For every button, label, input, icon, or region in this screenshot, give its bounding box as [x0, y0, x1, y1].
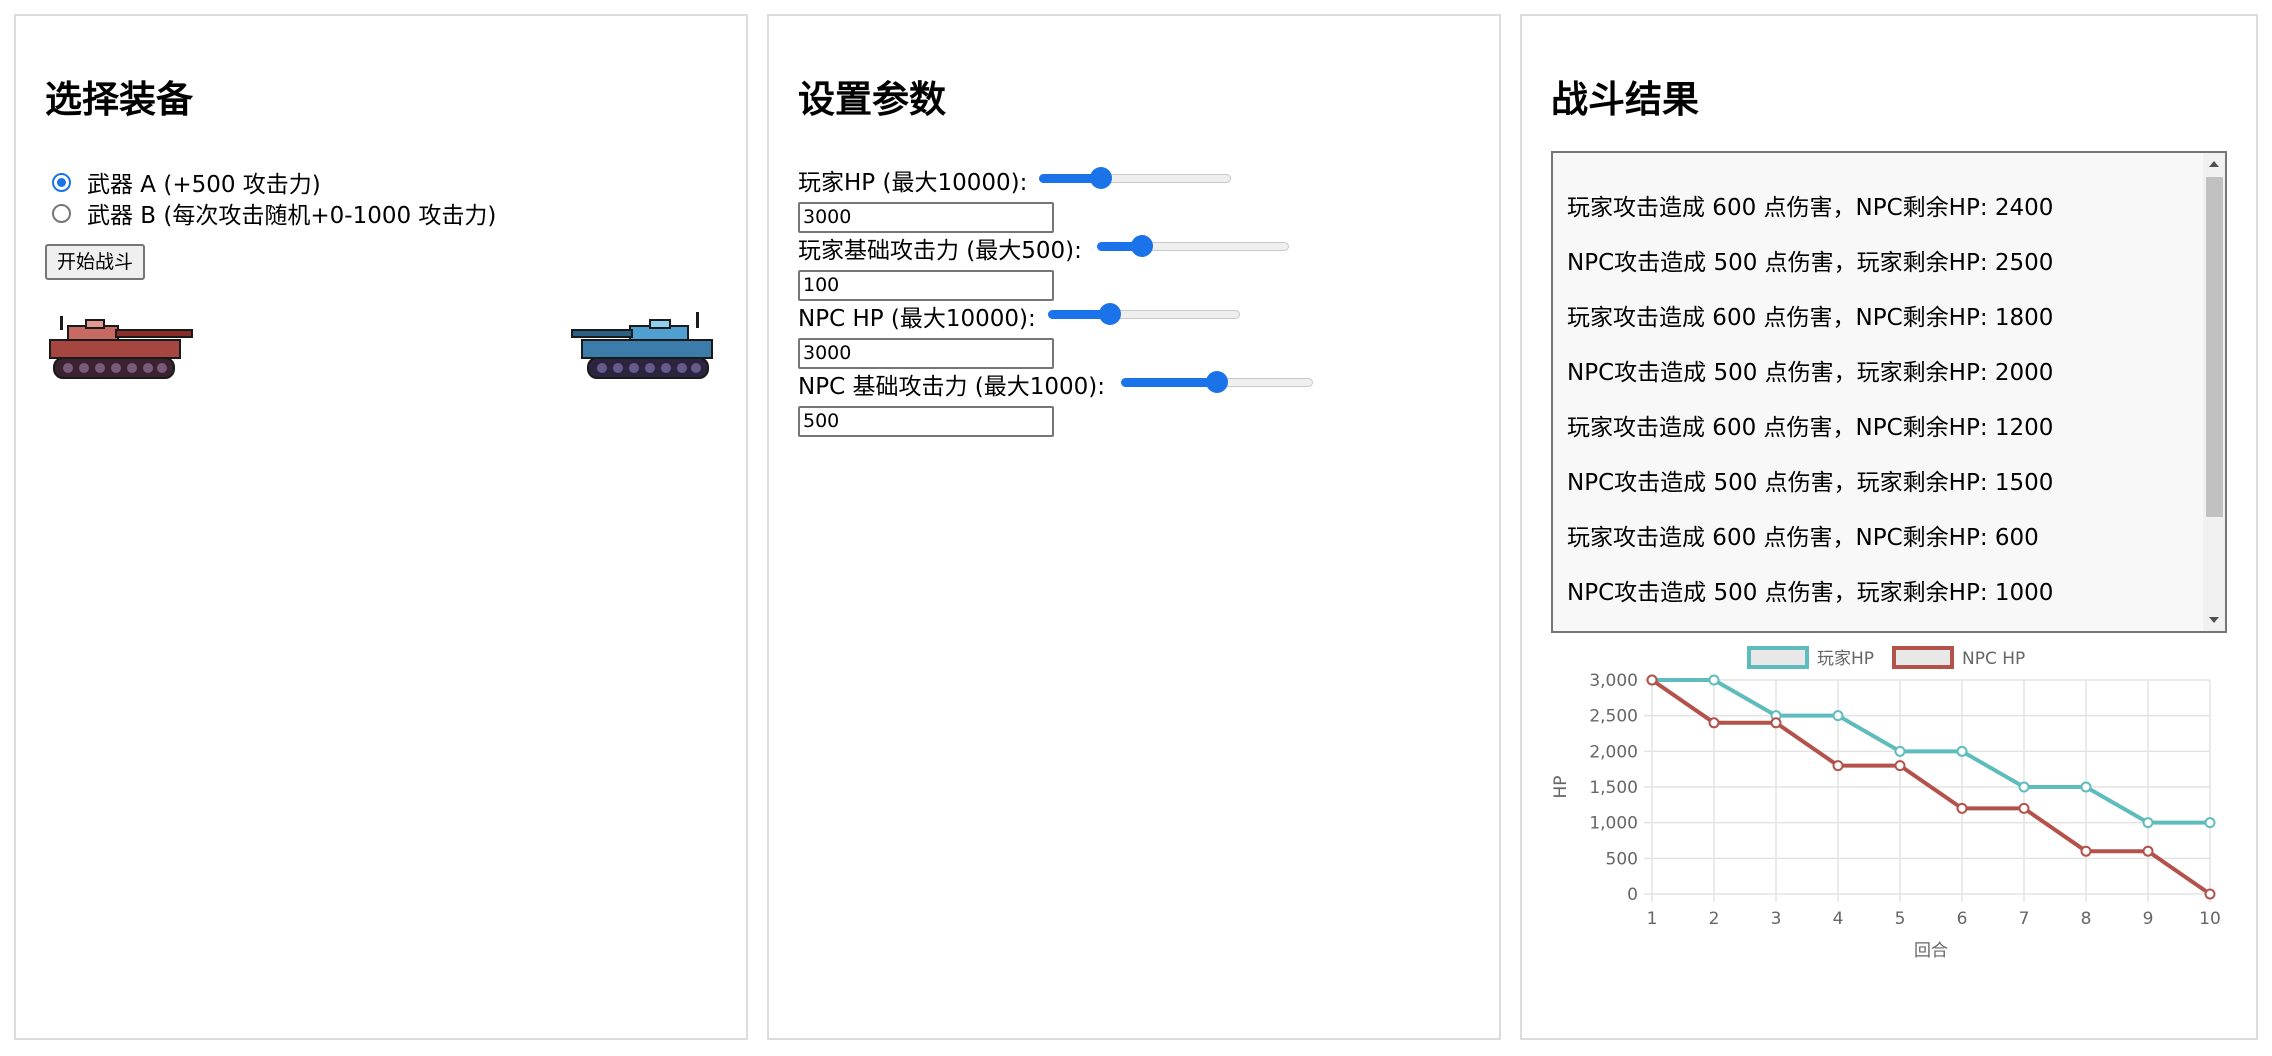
- x-tick-label: 2: [1709, 909, 1720, 929]
- data-point: [1956, 802, 1968, 814]
- x-tick-label: 3: [1771, 909, 1782, 929]
- npc-hp-slider[interactable]: [1048, 303, 1240, 325]
- x-tick-label: 8: [2081, 909, 2092, 929]
- legend-label: NPC HP: [1962, 649, 2025, 669]
- data-point: [1770, 717, 1782, 729]
- data-point: [2204, 817, 2216, 829]
- equipment-panel: 选择装备 武器 A (+500 攻击力) 武器 B (每次攻击随机+0-1000…: [14, 14, 748, 1040]
- x-tick-label: 5: [1895, 909, 1906, 929]
- slider-thumb[interactable]: [1206, 371, 1228, 393]
- data-point: [1708, 674, 1720, 686]
- data-point: [1832, 710, 1844, 722]
- data-point: [2018, 802, 2030, 814]
- legend-swatch: [1747, 646, 1809, 669]
- player-hp-slider[interactable]: [1039, 167, 1231, 189]
- data-point: [2080, 781, 2092, 793]
- y-tick-label: 2,500: [1589, 707, 1638, 727]
- slider-thumb[interactable]: [1131, 235, 1153, 257]
- result-panel: 战斗结果 玩家攻击造成 600 点伤害，NPC剩余HP: 2400 NPC攻击造…: [1520, 14, 2258, 1040]
- weapon-b-radio[interactable]: [52, 203, 71, 223]
- data-point: [2080, 845, 2092, 857]
- weapon-b-label: 武器 B (每次攻击随机+0-1000 攻击力): [87, 203, 497, 229]
- npc-hp-label: NPC HP (最大10000):: [798, 306, 1036, 332]
- blue-tank-icon: [571, 312, 713, 379]
- legend-swatch: [1892, 646, 1954, 669]
- params-panel: 设置参数 玩家HP (最大10000): 3000 玩家基础攻击力 (最大500…: [767, 14, 1501, 1040]
- y-tick-label: 1,500: [1589, 778, 1638, 798]
- data-point: [1832, 760, 1844, 772]
- x-axis-title: 回合: [1914, 941, 1948, 961]
- y-tick-label: 2,000: [1589, 742, 1638, 762]
- data-point: [1956, 745, 1968, 757]
- npc-attack-label: NPC 基础攻击力 (最大1000):: [798, 374, 1105, 400]
- weapon-a-radio[interactable]: [52, 172, 71, 192]
- player-hp-input[interactable]: 3000: [798, 202, 1054, 233]
- npc-attack-input[interactable]: 500: [798, 406, 1054, 437]
- npc-hp-input[interactable]: 3000: [798, 338, 1054, 369]
- weapon-a-option[interactable]: 武器 A (+500 攻击力): [52, 167, 321, 198]
- x-tick-label: 6: [1957, 909, 1968, 929]
- player-hp-label: 玩家HP (最大10000):: [798, 170, 1028, 196]
- npc-attack-slider[interactable]: [1121, 371, 1313, 393]
- red-tank-icon: [49, 316, 193, 379]
- slider-thumb[interactable]: [1090, 167, 1112, 189]
- player-attack-label: 玩家基础攻击力 (最大500):: [798, 238, 1082, 264]
- params-title: 设置参数: [798, 78, 946, 121]
- x-tick-label: 10: [2199, 909, 2221, 929]
- x-tick-label: 1: [1647, 909, 1658, 929]
- data-point: [1894, 760, 1906, 772]
- data-point: [1708, 717, 1720, 729]
- weapon-a-label: 武器 A (+500 攻击力): [87, 172, 321, 198]
- data-point: [2018, 781, 2030, 793]
- slider-thumb[interactable]: [1099, 303, 1121, 325]
- y-tick-label: 1,000: [1589, 814, 1638, 834]
- hp-line-chart: 0 500 1,000 1,500 2,000 2,500 3,000 1 2 3 4 5 6 7 8 9 10…: [1551, 646, 2221, 961]
- data-point: [1646, 674, 1658, 686]
- legend-label: 玩家HP: [1817, 649, 1874, 669]
- y-tick-label: 0: [1627, 885, 1638, 905]
- data-point: [2142, 817, 2154, 829]
- y-axis-title: HP: [1551, 775, 1571, 798]
- start-battle-button[interactable]: 开始战斗: [45, 244, 146, 280]
- y-tick-label: 500: [1606, 849, 1638, 869]
- data-point: [2142, 845, 2154, 857]
- x-tick-label: 4: [1833, 909, 1844, 929]
- weapon-b-option[interactable]: 武器 B (每次攻击随机+0-1000 攻击力): [52, 198, 497, 229]
- data-point: [1894, 745, 1906, 757]
- x-tick-label: 7: [2019, 909, 2030, 929]
- equipment-title: 选择装备: [45, 78, 193, 121]
- player-attack-input[interactable]: 100: [798, 270, 1054, 301]
- x-tick-label: 9: [2143, 909, 2154, 929]
- data-point: [2204, 888, 2216, 900]
- player-attack-slider[interactable]: [1097, 235, 1289, 257]
- y-tick-label: 3,000: [1589, 671, 1638, 691]
